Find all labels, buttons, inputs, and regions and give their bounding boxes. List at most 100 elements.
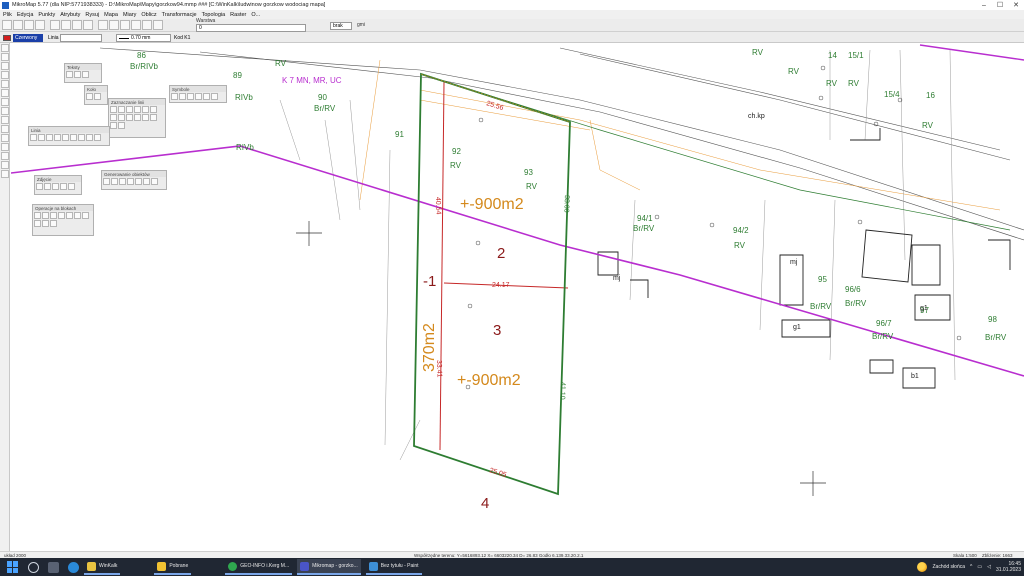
measure-icon[interactable] [131, 20, 141, 30]
panel-zaznaczenie[interactable]: Zaznaczanie linii [108, 98, 166, 138]
svg-text:RV: RV [826, 79, 838, 88]
arc-icon[interactable] [94, 93, 101, 100]
taskbar-app-paint[interactable]: Bez tytułu - Paint [365, 559, 422, 575]
menu-bar: Plik Edycja Punkty Atrybuty Rysuj Mapa M… [0, 10, 1024, 19]
color-name-select[interactable]: Czerwony [13, 34, 43, 42]
svg-text:90: 90 [318, 93, 327, 102]
pan-icon[interactable] [120, 20, 130, 30]
paint-icon [368, 561, 378, 571]
undo-icon[interactable] [83, 20, 93, 30]
cut-icon[interactable] [50, 20, 60, 30]
taskbar-app-chrome[interactable]: GEO-INFO i.Kerg M... [225, 559, 293, 575]
circle-tool-icon[interactable] [1, 89, 9, 97]
open-file-icon[interactable] [13, 20, 23, 30]
weather-text[interactable]: Zachód słońca [932, 564, 965, 570]
paste-icon[interactable] [72, 20, 82, 30]
line-width-select[interactable]: 0.70 mm [116, 34, 171, 42]
menu-mapa[interactable]: Mapa [104, 12, 118, 18]
taskbar-app-mikromap[interactable]: Mikromap - gorzko... [297, 559, 361, 575]
circle-icon[interactable] [86, 93, 93, 100]
area-tool-icon[interactable] [1, 125, 9, 133]
zoning-boundary-line-2 [919, 44, 1024, 61]
volume-icon[interactable]: ◁ [987, 564, 991, 570]
search-icon[interactable] [28, 561, 39, 573]
svg-text:15/4: 15/4 [884, 90, 900, 99]
polyline-tool-icon[interactable] [1, 71, 9, 79]
text-rotate-icon[interactable] [82, 71, 89, 78]
menu-topologia[interactable]: Topologia [202, 12, 226, 18]
svg-text:g1: g1 [793, 324, 801, 331]
menu-miary[interactable]: Miary [123, 12, 136, 18]
start-button[interactable] [7, 561, 19, 573]
network-icon[interactable]: ▭ [977, 564, 982, 570]
menu-edycja[interactable]: Edycja [17, 12, 34, 18]
menu-plik[interactable]: Plik [3, 12, 12, 18]
point-tool-icon[interactable] [1, 53, 9, 61]
svg-text:89: 89 [233, 71, 242, 80]
edge-icon[interactable] [68, 561, 79, 573]
task-view-icon[interactable] [48, 561, 59, 573]
svg-text:RV: RV [526, 182, 538, 191]
erase-tool-icon[interactable] [1, 134, 9, 142]
move-tool-icon[interactable] [1, 143, 9, 151]
menu-raster[interactable]: Raster [230, 12, 246, 18]
maximize-button[interactable]: ☐ [992, 0, 1008, 10]
layers-icon[interactable] [142, 20, 152, 30]
text-insert-icon[interactable] [66, 71, 73, 78]
panel-operacje[interactable]: Operacje na blokach [32, 204, 94, 236]
panel-linia[interactable]: Linia [28, 126, 110, 146]
symbol-tool-icon[interactable] [1, 107, 9, 115]
menu-rysuj[interactable]: Rysuj [85, 12, 99, 18]
info-tool-icon[interactable] [1, 170, 9, 178]
color-swatch[interactable] [3, 35, 11, 41]
new-file-icon[interactable] [2, 20, 12, 30]
menu-o[interactable]: O... [251, 12, 260, 18]
text-edit-icon[interactable] [74, 71, 81, 78]
clock[interactable]: 16:45 31.01.2023 [996, 561, 1021, 573]
measure-tool-icon[interactable] [1, 116, 9, 124]
svg-text:92: 92 [452, 147, 461, 156]
menu-punkty[interactable]: Punkty [38, 12, 55, 18]
svg-text:RIVb: RIVb [236, 143, 254, 152]
menu-atrybuty[interactable]: Atrybuty [60, 12, 80, 18]
panel-symbole[interactable]: Symbole [169, 85, 227, 103]
svg-text:86: 86 [137, 51, 146, 60]
zoom-out-icon[interactable] [109, 20, 119, 30]
warstwa-select[interactable]: 0 [196, 24, 306, 32]
area-label-upper: +-900m2 [460, 196, 524, 213]
gmi-button[interactable]: gmi [357, 22, 365, 28]
panel-generowanie[interactable]: Generowanie obiektów [101, 170, 167, 190]
text-tool-icon[interactable] [1, 98, 9, 106]
arc-tool-icon[interactable] [1, 80, 9, 88]
options-select[interactable]: brak [330, 22, 352, 30]
plot-2-label: 2 [497, 245, 505, 262]
mikromap-icon [300, 561, 310, 571]
menu-transformacje[interactable]: Transformacje [162, 12, 197, 18]
line-style-select[interactable] [60, 34, 102, 42]
svg-text:RV: RV [450, 161, 462, 170]
grid-icon[interactable] [153, 20, 163, 30]
line-tool-icon[interactable] [1, 62, 9, 70]
status-bar: układ 2000 Współrzędne terenu: Y=5616893… [0, 551, 1024, 558]
close-button[interactable]: ✕ [1008, 0, 1024, 10]
taskbar-app-winkalk[interactable]: WinKalk [84, 559, 121, 575]
tray-chevron-icon[interactable]: ^ [970, 564, 972, 570]
panel-zdjecie[interactable]: Zdjęcie [34, 175, 82, 195]
print-icon[interactable] [35, 20, 45, 30]
svg-text:ch.kp: ch.kp [748, 113, 765, 120]
svg-text:RV: RV [275, 59, 287, 68]
snap-tool-icon[interactable] [1, 161, 9, 169]
select-tool-icon[interactable] [1, 44, 9, 52]
taskbar-app-pobrane[interactable]: Pobrane [154, 559, 192, 575]
weather-sun-icon[interactable] [917, 562, 928, 572]
zoom-in-icon[interactable] [98, 20, 108, 30]
panel-kolo[interactable]: Koło [84, 85, 108, 105]
rotate-tool-icon[interactable] [1, 152, 9, 160]
map-canvas[interactable]: 25.56 40.54 33.00 24.17 33.41 41.10 25.0… [11, 43, 1024, 551]
copy-icon[interactable] [61, 20, 71, 30]
menu-oblicz[interactable]: Oblicz [141, 12, 156, 18]
save-icon[interactable] [24, 20, 34, 30]
minimize-button[interactable]: – [976, 0, 992, 10]
panel-teksty[interactable]: Teksty [64, 63, 102, 83]
svg-text:Br/RIVb: Br/RIVb [130, 62, 159, 71]
